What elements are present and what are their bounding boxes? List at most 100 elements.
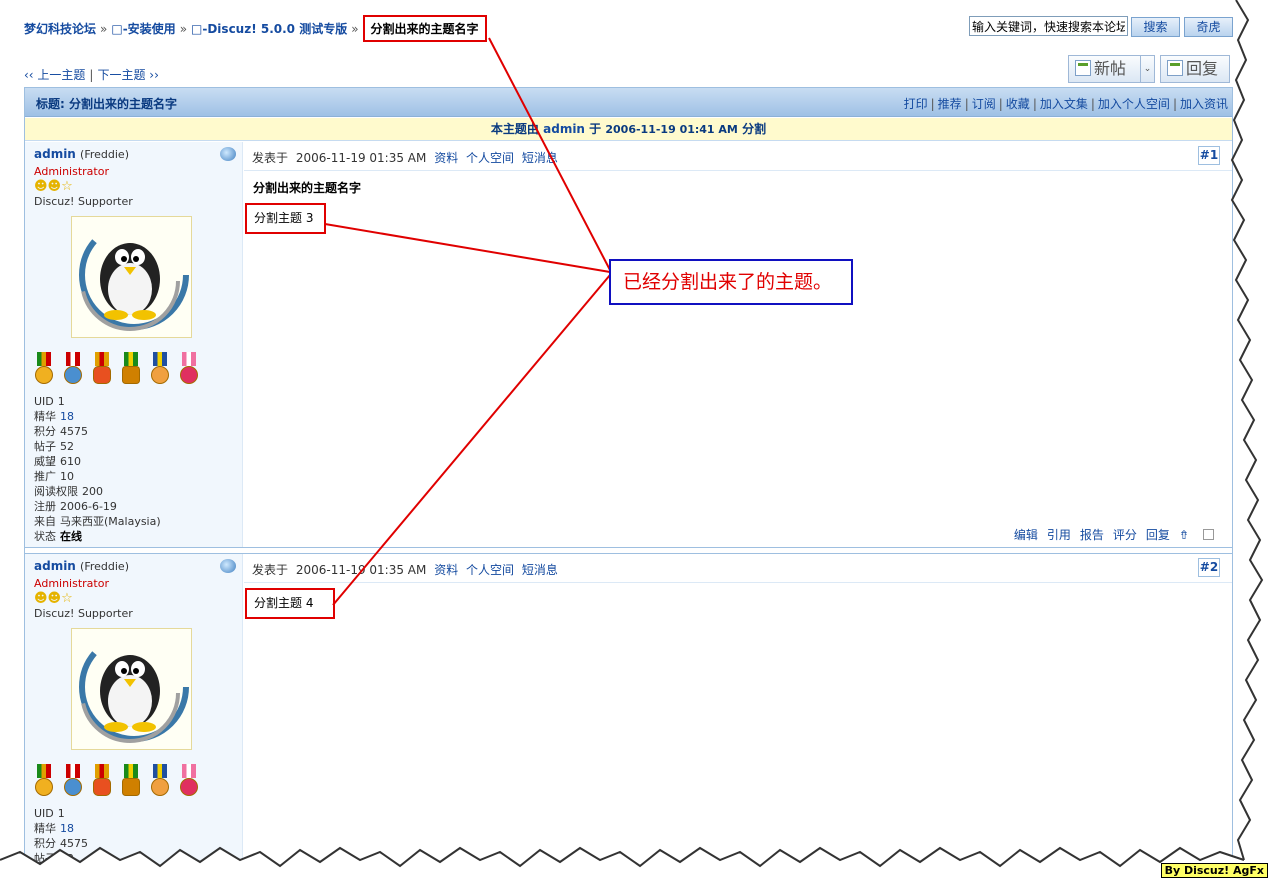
personal-space-link[interactable]: 个人空间 (466, 151, 514, 165)
split-notice: 本主题由 admin 于 2006-11-19 01:41 AM 分割 (25, 118, 1232, 141)
divider (244, 170, 1232, 171)
stat-row: 积分 4575 (34, 837, 88, 850)
breadcrumb-separator: » (100, 22, 108, 36)
breadcrumb-separator: » (179, 22, 188, 36)
rate-link[interactable]: 评分 (1113, 528, 1137, 542)
avatar (71, 216, 192, 338)
floor-number[interactable]: #1 (1198, 146, 1220, 165)
report-link[interactable]: 报告 (1080, 528, 1104, 542)
thread-title-bar: 标题: 分割出来的主题名字 打印 | 推荐 | 订阅 | 收藏 | 加入文集 | 加入个人空间 | 加入… (25, 88, 1232, 117)
medal-list (34, 352, 209, 388)
profile-link[interactable]: 资料 (434, 151, 458, 165)
rank-stars-icon: ☻☻☆ (34, 179, 73, 194)
watermark: By Discuz! AgFx (1160, 863, 1268, 878)
post-body: 分割主题 3 (245, 203, 326, 234)
medal-icon (34, 764, 54, 800)
user-stats: UID 1 精华 18 积分 4575 帖子 52 威望 610 推广 10 阅读权限 200… (34, 394, 161, 544)
message-link[interactable]: 短消息 (522, 563, 558, 577)
subscribe-link[interactable]: 订阅 (972, 97, 996, 111)
post-body: 分割主题 4 (245, 588, 335, 619)
chevron-down-icon[interactable]: ⌄ (1140, 56, 1154, 82)
user-stats: UID 1 精华 18 积分 4575 帖子 52 (34, 806, 88, 866)
notice-user-link[interactable]: admin (543, 122, 585, 136)
thread-navigation: ‹‹ 上一主题 | 下一主题 ›› (24, 66, 159, 83)
stat-row: UID 1 (34, 395, 65, 408)
posted-at-label: 发表于 (252, 151, 289, 165)
medal-icon (121, 352, 141, 388)
post: admin (Freddie) Administrator ☻☻☆ Discuz… (25, 142, 1232, 548)
online-status-icon (220, 147, 236, 161)
user-rank: Administrator (34, 577, 109, 590)
add-to-space-link[interactable]: 加入个人空间 (1098, 97, 1170, 111)
stat-row: 状态 在线 (34, 530, 82, 543)
thread-title: 标题: 分割出来的主题名字 (36, 97, 177, 111)
reply-icon (1167, 60, 1183, 76)
rank-stars-icon: ☻☻☆ (34, 591, 73, 606)
reply-link[interactable]: 回复 (1146, 528, 1170, 542)
stat-row: UID 1 (34, 807, 65, 820)
favorite-link[interactable]: 收藏 (1006, 97, 1030, 111)
quote-link[interactable]: 引用 (1047, 528, 1071, 542)
custom-title: Discuz! Supporter (34, 607, 133, 620)
prev-thread-link[interactable]: ‹‹ 上一主题 (24, 68, 85, 82)
search-button[interactable]: 搜索 (1131, 17, 1180, 37)
stat-row: 注册 2006-6-19 (34, 500, 117, 513)
medal-list (34, 764, 209, 800)
author-nickname: (Freddie) (80, 148, 129, 161)
profile-link[interactable]: 资料 (434, 563, 458, 577)
medal-icon (92, 352, 112, 388)
stat-row: 阅读权限 200 (34, 485, 103, 498)
add-to-collection-link[interactable]: 加入文集 (1040, 97, 1088, 111)
author-sidebar: admin (Freddie) Administrator ☻☻☆ Discuz… (25, 142, 243, 547)
stat-row: 积分 4575 (34, 425, 88, 438)
next-thread-link[interactable]: 下一主题 ›› (97, 68, 158, 82)
stat-row: 威望 610 (34, 455, 81, 468)
nav-divider: | (89, 68, 94, 82)
breadcrumb-forum-link[interactable]: 梦幻科技论坛 (24, 22, 96, 36)
select-checkbox[interactable] (1203, 529, 1214, 540)
print-link[interactable]: 打印 (904, 97, 928, 111)
notice-time: 2006-11-19 01:41 AM (605, 123, 738, 136)
breadcrumb-separator: » (351, 22, 359, 36)
personal-space-link[interactable]: 个人空间 (466, 563, 514, 577)
author-name[interactable]: admin (Freddie) (34, 559, 129, 573)
message-link[interactable]: 短消息 (522, 151, 558, 165)
stat-row: 精华 18 (34, 822, 74, 835)
breadcrumb-category-link[interactable]: □-安装使用 (111, 22, 175, 36)
breadcrumb-current-thread: 分割出来的主题名字 (362, 15, 487, 42)
qihu-search-button[interactable]: 奇虎 (1184, 17, 1233, 37)
medal-icon (179, 764, 199, 800)
floor-number[interactable]: #2 (1198, 558, 1220, 577)
annotation-callout: 已经分割出来了的主题。 (609, 259, 853, 305)
stat-row: 帖子 52 (34, 852, 74, 865)
post-operations: 编辑 引用 报告 评分 回复 ⇮ (1005, 526, 1214, 543)
reply-button[interactable]: 回复 (1160, 55, 1230, 83)
author-sidebar: admin (Freddie) Administrator ☻☻☆ Discuz… (25, 554, 243, 882)
post-meta: 发表于 2006-11-19 01:35 AM 资料 个人空间 短消息 (252, 149, 558, 166)
author-name[interactable]: admin (Freddie) (34, 147, 129, 161)
post-meta: 发表于 2006-11-19 01:35 AM 资料 个人空间 短消息 (252, 561, 558, 578)
breadcrumb-board-link[interactable]: □-Discuz! 5.0.0 测试专版 (191, 22, 347, 36)
avatar (71, 628, 192, 750)
medal-icon (63, 764, 83, 800)
top-icon[interactable]: ⇮ (1179, 528, 1189, 542)
medal-icon (179, 352, 199, 388)
divider (244, 582, 1232, 583)
new-post-label: 新帖 (1094, 59, 1127, 78)
edit-link[interactable]: 编辑 (1014, 528, 1038, 542)
stat-row: 帖子 52 (34, 440, 74, 453)
author-link[interactable]: admin (34, 559, 76, 573)
notice-mid: 于 (589, 122, 602, 136)
breadcrumb: 梦幻科技论坛» □-安装使用» □-Discuz! 5.0.0 测试专版» 分割出来的… (24, 15, 487, 42)
notice-prefix: 本主题由 (490, 122, 539, 136)
author-link[interactable]: admin (34, 147, 76, 161)
recommend-link[interactable]: 推荐 (938, 97, 962, 111)
posted-at-label: 发表于 (252, 563, 289, 577)
post: admin (Freddie) Administrator ☻☻☆ Discuz… (25, 553, 1232, 882)
new-post-button[interactable]: 新帖 ⌄ (1068, 55, 1155, 83)
medal-icon (150, 352, 170, 388)
user-rank: Administrator (34, 165, 109, 178)
add-to-news-link[interactable]: 加入资讯 (1180, 97, 1228, 111)
screenshot-canvas: 梦幻科技论坛» □-安装使用» □-Discuz! 5.0.0 测试专版» 分割出来的… (0, 0, 1270, 882)
search-input[interactable] (969, 16, 1128, 36)
